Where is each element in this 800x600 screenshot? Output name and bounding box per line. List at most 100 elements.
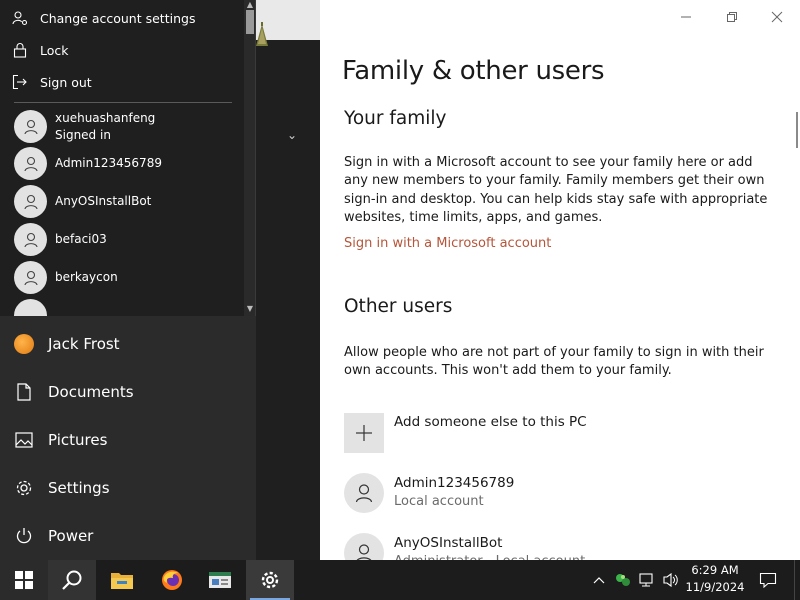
power-icon bbox=[16, 528, 32, 544]
account-item-partial[interactable] bbox=[14, 299, 234, 316]
person-icon bbox=[23, 156, 38, 171]
page-title: Family & other users bbox=[342, 56, 605, 86]
start-settings-item[interactable]: Settings bbox=[0, 464, 256, 512]
search-button[interactable] bbox=[48, 560, 96, 600]
your-family-heading: Your family bbox=[344, 108, 447, 129]
windows-logo-icon bbox=[15, 571, 33, 589]
account-name: berkaycon bbox=[55, 270, 118, 284]
user-name: Admin123456789 bbox=[394, 475, 515, 491]
document-icon bbox=[17, 383, 31, 401]
network-sync-icon bbox=[616, 574, 630, 586]
account-name: xuehuashanfeng bbox=[55, 111, 156, 125]
person-settings-icon bbox=[12, 11, 28, 26]
your-family-description: Sign in with a Microsoft account to see … bbox=[344, 155, 768, 226]
sign-out-icon bbox=[12, 74, 27, 90]
user-avatar-icon bbox=[14, 334, 34, 354]
start-button[interactable] bbox=[0, 560, 48, 600]
start-user-item[interactable]: Jack Frost bbox=[0, 320, 256, 368]
app-button[interactable] bbox=[196, 560, 244, 600]
avatar bbox=[14, 223, 47, 256]
account-item[interactable]: AnyOSInstallBot bbox=[14, 185, 234, 219]
account-item[interactable]: berkaycon bbox=[14, 261, 234, 295]
network-icon bbox=[639, 573, 653, 587]
add-user-label[interactable]: Add someone else to this PC bbox=[394, 414, 587, 430]
user-name: AnyOSInstallBot bbox=[394, 535, 503, 551]
network-button[interactable] bbox=[636, 560, 658, 600]
lock-label: Lock bbox=[40, 42, 69, 58]
change-account-settings-label: Change account settings bbox=[40, 10, 196, 26]
tray-app-icon[interactable] bbox=[612, 560, 634, 600]
start-pictures-item[interactable]: Pictures bbox=[0, 416, 256, 464]
gear-icon bbox=[16, 480, 32, 496]
account-flyout: Change account settings Lock Sign out xu… bbox=[0, 0, 256, 316]
start-power-item[interactable]: Power bbox=[0, 512, 256, 560]
user-account-type: Local account bbox=[394, 494, 484, 509]
scrollbar[interactable]: ▲ ▼ bbox=[244, 0, 255, 316]
taskbar: 6:29 AM 11/9/2024 bbox=[0, 560, 800, 600]
other-users-heading: Other users bbox=[344, 296, 453, 317]
avatar bbox=[14, 261, 47, 294]
desktop-window-fragment-dark bbox=[256, 40, 320, 560]
show-desktop-button[interactable] bbox=[794, 560, 800, 600]
lock-item[interactable]: Lock bbox=[0, 35, 240, 65]
avatar bbox=[14, 299, 47, 316]
restore-icon bbox=[727, 12, 737, 22]
account-name: AnyOSInstallBot bbox=[55, 194, 152, 208]
volume-button[interactable] bbox=[660, 560, 682, 600]
other-users-description: Allow people who are not part of your fa… bbox=[344, 345, 764, 379]
avatar bbox=[14, 110, 47, 143]
sign-in-microsoft-link[interactable]: Sign in with a Microsoft account bbox=[344, 236, 551, 251]
start-settings-label: Settings bbox=[48, 479, 110, 497]
show-hidden-icons-button[interactable] bbox=[588, 560, 610, 600]
scrollbar-thumb[interactable] bbox=[246, 10, 254, 34]
divider bbox=[14, 102, 232, 103]
scroll-up-icon[interactable]: ▲ bbox=[244, 0, 255, 10]
chevron-down-icon[interactable]: ⌄ bbox=[287, 128, 297, 142]
window-app-icon bbox=[209, 572, 231, 588]
settings-taskbar-button[interactable] bbox=[246, 560, 294, 600]
user-row-anyosinstallbot[interactable]: AnyOSInstallBot Administrator - Local ac… bbox=[344, 533, 764, 560]
search-icon bbox=[62, 570, 82, 590]
firefox-icon bbox=[162, 570, 182, 590]
avatar bbox=[14, 185, 47, 218]
notifications-button[interactable] bbox=[752, 560, 784, 600]
start-documents-label: Documents bbox=[48, 383, 134, 401]
user-row-admin[interactable]: Admin123456789 Local account bbox=[344, 473, 764, 517]
notification-icon bbox=[759, 572, 777, 588]
pictures-icon bbox=[15, 432, 33, 448]
person-icon bbox=[355, 484, 373, 503]
start-pictures-label: Pictures bbox=[48, 431, 108, 449]
account-item[interactable]: xuehuashanfeng Signed in bbox=[14, 110, 234, 144]
person-icon bbox=[23, 232, 38, 247]
sign-out-item[interactable]: Sign out bbox=[0, 67, 240, 97]
scrollbar[interactable] bbox=[796, 112, 798, 148]
start-documents-item[interactable]: Documents bbox=[0, 368, 256, 416]
firefox-button[interactable] bbox=[148, 560, 196, 600]
person-icon bbox=[23, 194, 38, 209]
settings-window: Family & other users Your family Sign in… bbox=[320, 0, 800, 560]
person-icon bbox=[23, 270, 38, 285]
account-item[interactable]: befaci03 bbox=[14, 223, 234, 257]
person-icon bbox=[23, 119, 38, 134]
avatar bbox=[14, 147, 47, 180]
close-button[interactable] bbox=[767, 8, 787, 26]
clock[interactable]: 6:29 AM 11/9/2024 bbox=[684, 562, 746, 598]
gear-icon bbox=[261, 571, 279, 589]
start-power-label: Power bbox=[48, 527, 94, 545]
folder-icon bbox=[111, 573, 133, 589]
lock-icon bbox=[13, 43, 27, 58]
add-user-button[interactable] bbox=[344, 413, 384, 453]
account-status: Signed in bbox=[55, 128, 111, 142]
avatar bbox=[344, 533, 384, 560]
account-item[interactable]: Admin123456789 bbox=[14, 147, 234, 181]
account-name: Admin123456789 bbox=[55, 156, 162, 170]
start-user-label: Jack Frost bbox=[48, 335, 120, 353]
minimize-button[interactable] bbox=[676, 8, 696, 26]
file-explorer-button[interactable] bbox=[98, 560, 146, 600]
scroll-down-icon[interactable]: ▼ bbox=[244, 304, 255, 314]
change-account-settings-item[interactable]: Change account settings bbox=[0, 3, 240, 33]
volume-icon bbox=[663, 572, 678, 588]
restore-button[interactable] bbox=[722, 8, 742, 26]
person-icon bbox=[356, 544, 372, 560]
clock-date: 11/9/2024 bbox=[685, 580, 745, 594]
